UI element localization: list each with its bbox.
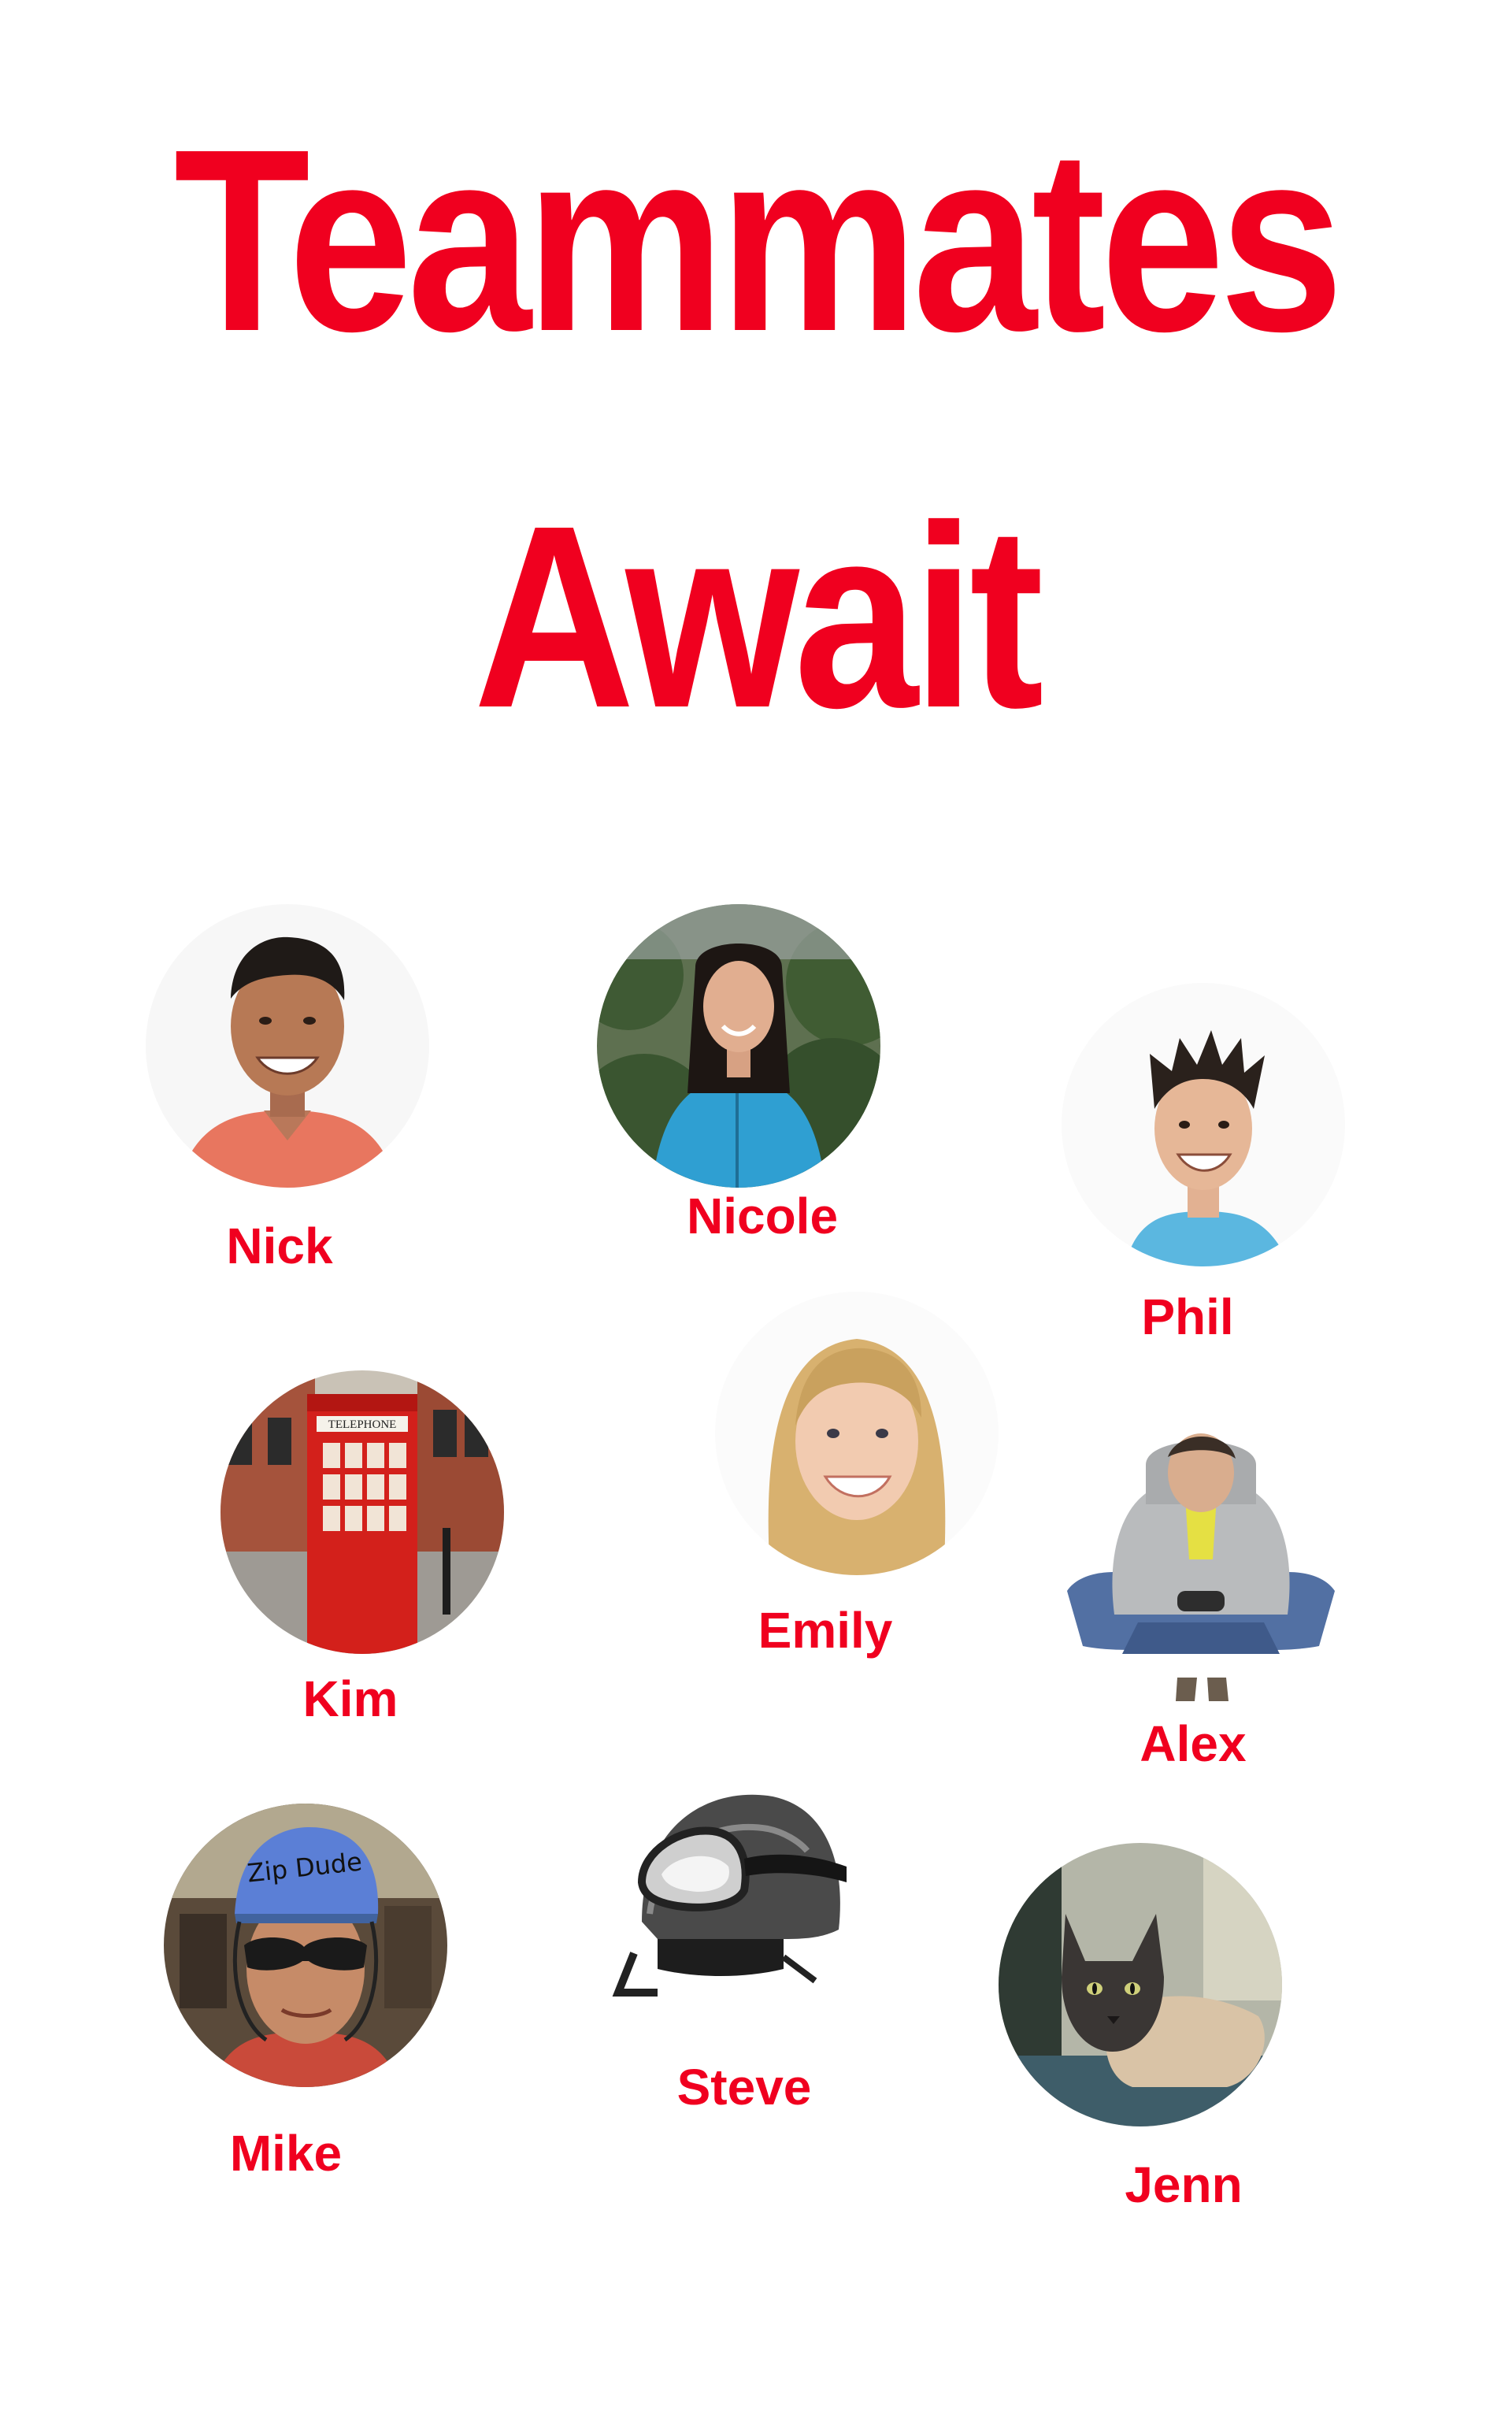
avatar-nicole xyxy=(597,904,880,1188)
avatar-steve xyxy=(587,1756,870,2040)
avatar-phil xyxy=(1062,983,1345,1266)
avatar-mike: Zip Dude xyxy=(164,1804,447,2087)
avatar-alex xyxy=(1059,1418,1343,1701)
avatar-jenn xyxy=(999,1843,1282,2126)
teammate-name-alex: Alex xyxy=(1140,1715,1247,1772)
teammate-name-kim: Kim xyxy=(302,1670,398,1727)
teammate-name-steve: Steve xyxy=(676,2059,812,2115)
teammate-name-phil: Phil xyxy=(1141,1288,1234,1345)
avatar-nick xyxy=(146,904,429,1188)
teammate-name-nick: Nick xyxy=(226,1218,333,1274)
teammate-name-emily: Emily xyxy=(758,1602,893,1659)
avatar-kim: TELEPHONE xyxy=(220,1370,504,1654)
page-title-line-2: Await xyxy=(473,471,1043,762)
page-title-line-1: Teammates xyxy=(173,95,1344,385)
teammate-name-nicole: Nicole xyxy=(686,1188,839,1244)
avatar-emily xyxy=(715,1292,999,1575)
phone-box-sign: TELEPHONE xyxy=(328,1418,397,1431)
teammate-name-mike: Mike xyxy=(229,2125,343,2182)
teammate-name-jenn: Jenn xyxy=(1125,2156,1243,2213)
